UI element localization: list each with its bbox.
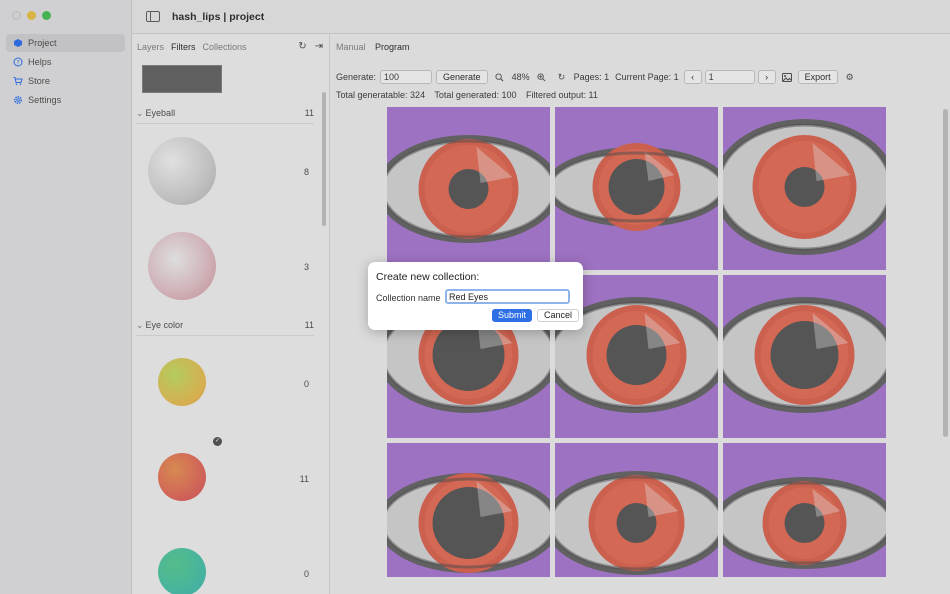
collection-name-label: Collection name (376, 293, 441, 303)
create-collection-dialog: Create new collection: Collection name R… (368, 262, 583, 330)
submit-button[interactable]: Submit (492, 309, 533, 322)
cancel-button[interactable]: Cancel (537, 309, 580, 322)
collection-name-input[interactable]: Red Eyes (445, 289, 570, 304)
dialog-title: Create new collection: (376, 271, 480, 283)
